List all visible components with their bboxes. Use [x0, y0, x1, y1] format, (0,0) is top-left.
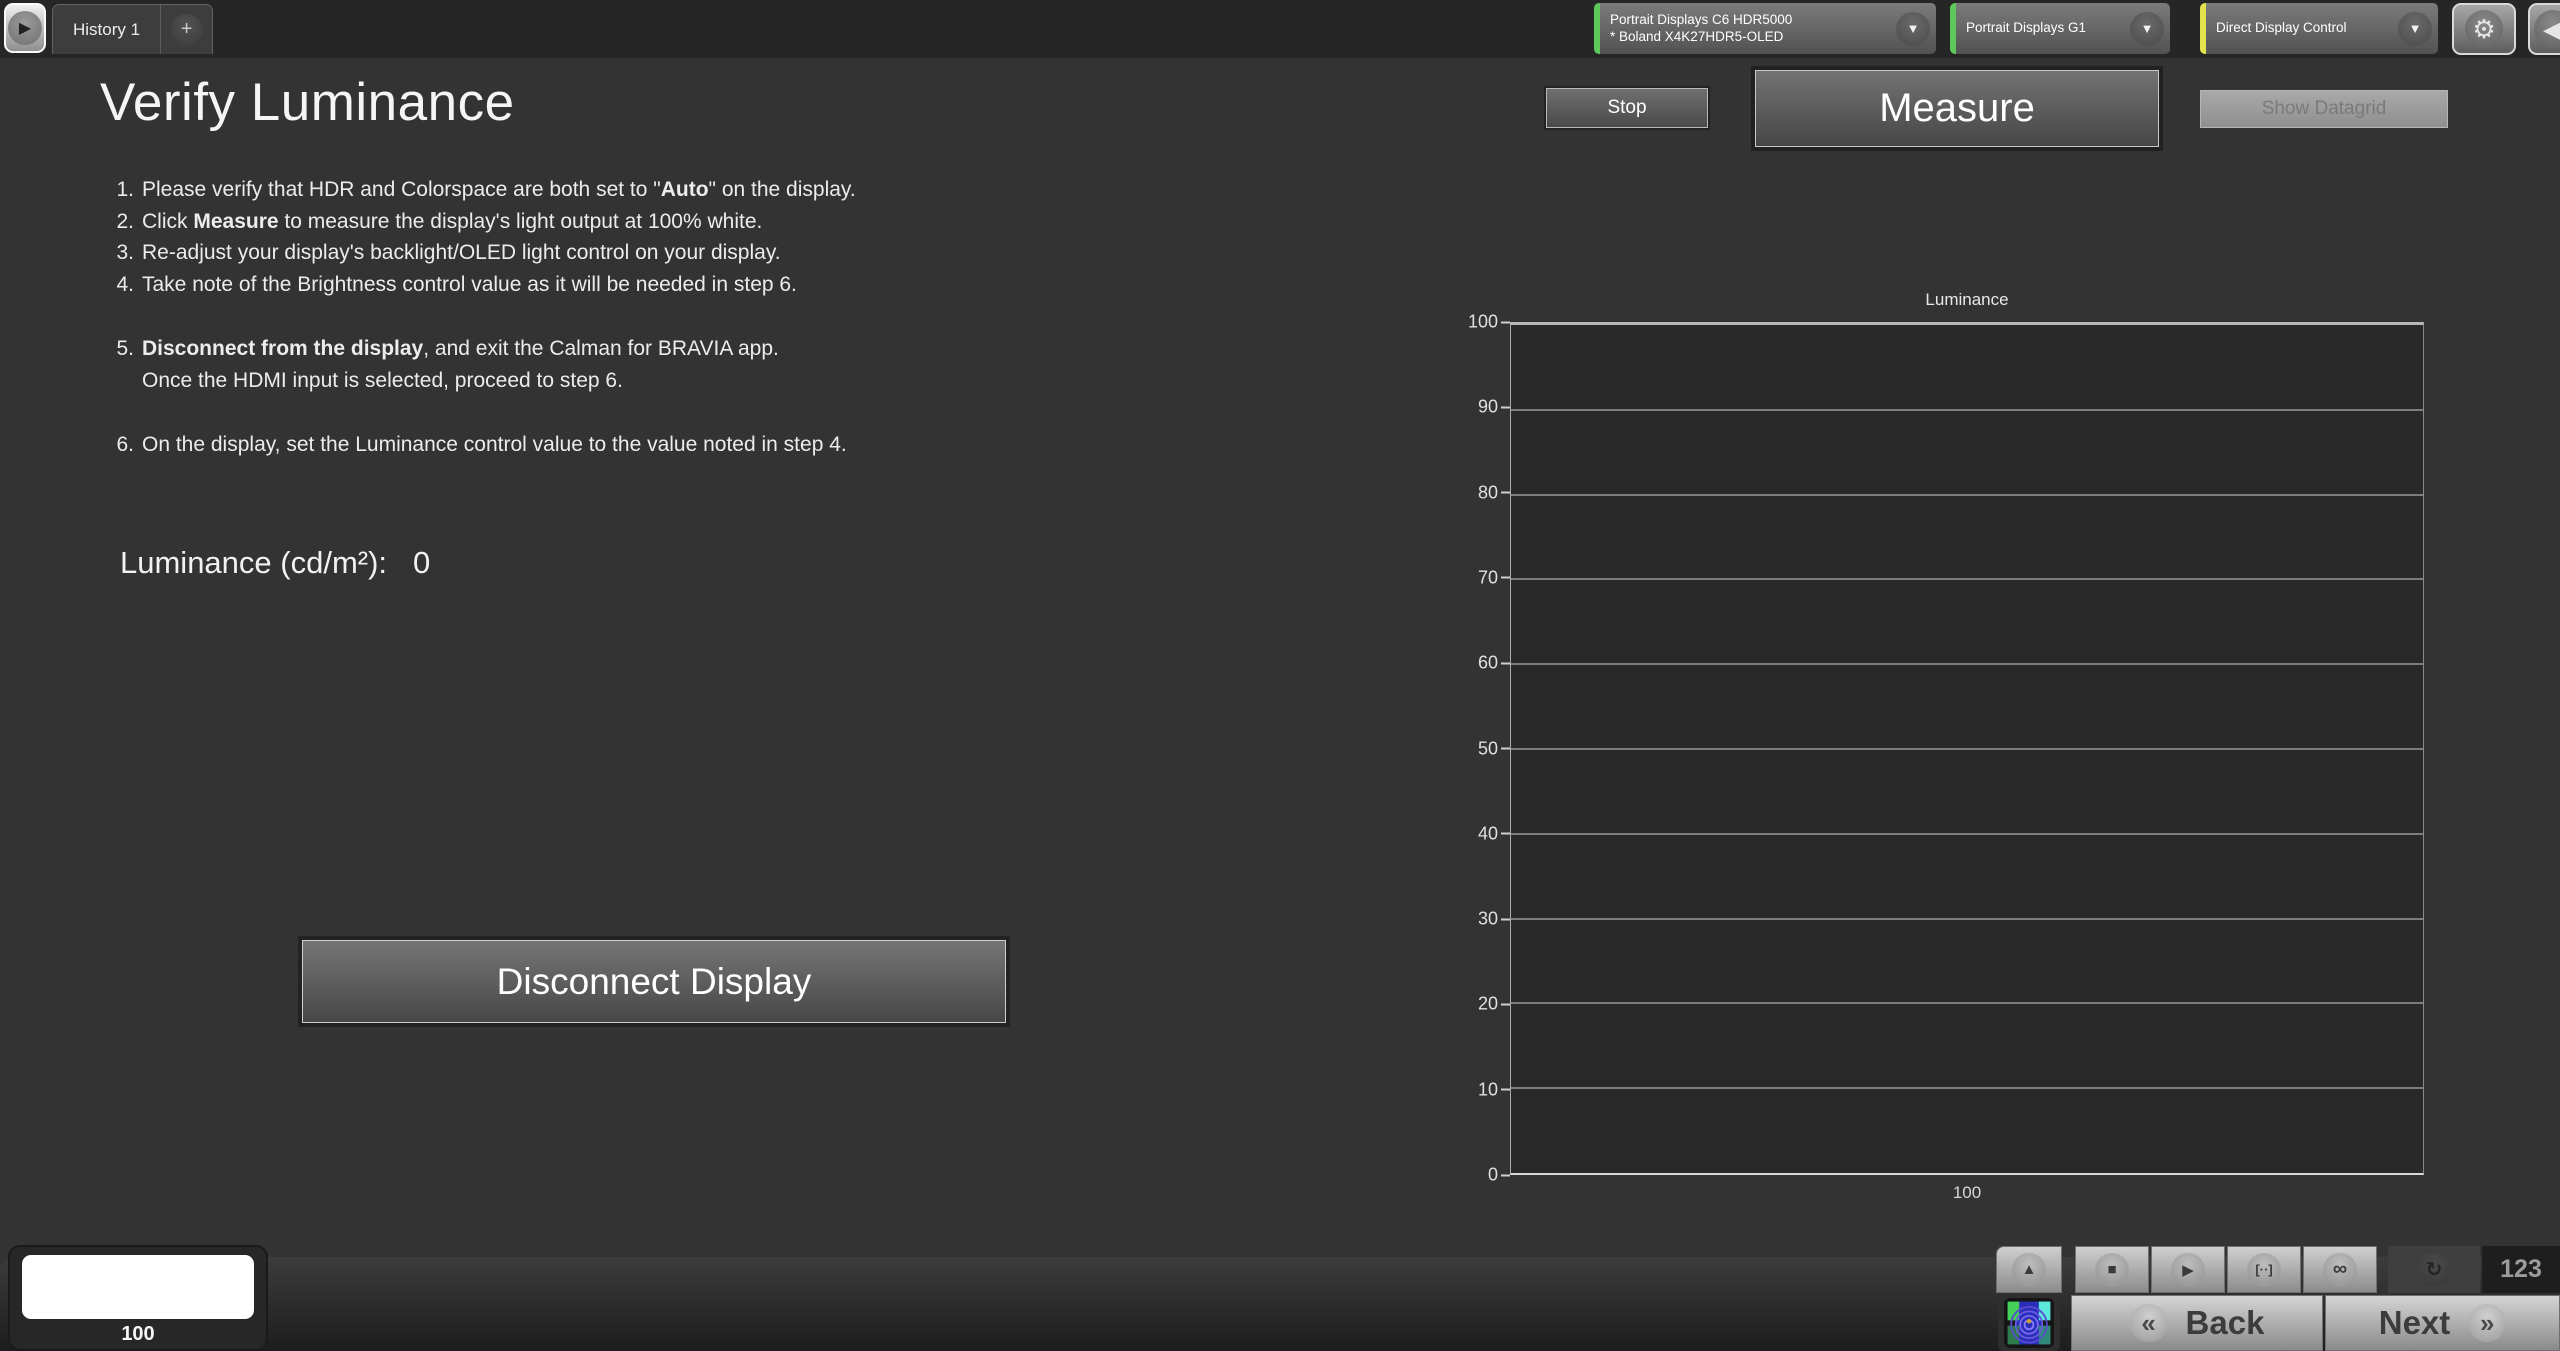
- next-button[interactable]: Next »: [2325, 1295, 2560, 1351]
- device-dropdown-source[interactable]: Portrait Displays G1 ▼: [1950, 3, 2170, 54]
- device-dropdown-display-control[interactable]: Direct Display Control ▼: [2200, 3, 2438, 54]
- chart-title: Luminance: [1510, 290, 2424, 310]
- chevron-down-icon: ▼: [2130, 12, 2164, 46]
- pattern-preview[interactable]: 100: [8, 1245, 268, 1351]
- instruction-line: 2.Click Measure to measure the display's…: [104, 206, 856, 238]
- chart-y-tick: 50: [1478, 738, 1510, 759]
- chart-gridline: [1511, 663, 2423, 665]
- back-button[interactable]: « Back: [2071, 1295, 2323, 1351]
- chart-gridline: [1511, 1087, 2423, 1089]
- chart-y-tick: 60: [1478, 653, 1510, 674]
- chart-y-axis: 1009080706050403020100: [1404, 322, 1510, 1175]
- back-chevron-icon: «: [2130, 1304, 2168, 1342]
- luminance-readout: Luminance (cd/m²): 0: [120, 545, 430, 581]
- dropdown-line1: Direct Display Control: [2216, 20, 2392, 37]
- instruction-line: 1.Please verify that HDR and Colorspace …: [104, 174, 856, 206]
- play-icon: ▶: [2171, 1253, 2205, 1287]
- chart-y-tick: 40: [1478, 823, 1510, 844]
- tab-history-1[interactable]: History 1: [53, 5, 160, 54]
- chevron-down-icon: ▼: [1896, 12, 1930, 46]
- chart-y-tick: 80: [1478, 482, 1510, 503]
- expand-panel-button[interactable]: ▲: [1996, 1246, 2062, 1293]
- pattern-preview-label: 100: [8, 1323, 268, 1346]
- instruction-line: Once the HDMI input is selected, proceed…: [104, 365, 856, 397]
- refresh-icon: ↻: [2417, 1253, 2451, 1287]
- tab-group: History 1 +: [52, 4, 213, 54]
- dropdown-labels: Direct Display Control: [2216, 20, 2392, 37]
- dropdown-labels: Portrait Displays C6 HDR5000 * Boland X4…: [1610, 12, 1890, 46]
- chevron-left-icon: ◀: [2534, 10, 2560, 48]
- chart-y-tick: 90: [1478, 397, 1510, 418]
- luminance-value: 0: [413, 545, 430, 581]
- stop-icon: ■: [2095, 1253, 2129, 1287]
- next-chevron-icon: »: [2468, 1304, 2506, 1342]
- dropdown-labels: Portrait Displays G1: [1966, 20, 2124, 37]
- chart-y-tick: 70: [1478, 567, 1510, 588]
- add-icon: +: [171, 14, 203, 46]
- top-bar: ▶ History 1 + Portrait Displays C6 HDR50…: [0, 0, 2560, 58]
- refresh-button[interactable]: ↻: [2388, 1246, 2480, 1293]
- chart-plot: [1510, 322, 2424, 1175]
- dropdown-line2: * Boland X4K27HDR5-OLED: [1610, 29, 1890, 46]
- show-datagrid-button[interactable]: Show Datagrid: [2200, 90, 2448, 128]
- instruction-line: 4.Take note of the Brightness control va…: [104, 269, 856, 301]
- measure-continuous-button[interactable]: ∞: [2303, 1246, 2377, 1293]
- add-tab-button[interactable]: +: [160, 5, 212, 54]
- device-dropdown-meter[interactable]: Portrait Displays C6 HDR5000 * Boland X4…: [1594, 3, 1936, 54]
- pattern-window-icon: [2004, 1298, 2054, 1348]
- chart-y-tick: 20: [1478, 994, 1510, 1015]
- instruction-line: 6.On the display, set the Luminance cont…: [104, 429, 856, 461]
- disconnect-display-button[interactable]: Disconnect Display: [302, 940, 1006, 1023]
- history-nav-button[interactable]: ▶: [4, 3, 46, 53]
- calman-app: ▶ History 1 + Portrait Displays C6 HDR50…: [0, 0, 2560, 1351]
- measure-stop-button[interactable]: ■: [2075, 1246, 2149, 1293]
- settings-button[interactable]: ⚙: [2452, 3, 2516, 55]
- chart-x-tick-label: 100: [1510, 1183, 2424, 1203]
- play-icon: ▶: [8, 11, 42, 45]
- chart-y-tick: 10: [1478, 1079, 1510, 1100]
- measure-single-button[interactable]: [··]: [2227, 1246, 2301, 1293]
- stop-button[interactable]: Stop: [1546, 88, 1708, 128]
- pattern-window-button[interactable]: [1998, 1294, 2060, 1351]
- instruction-line: 5.Disconnect from the display, and exit …: [104, 333, 856, 365]
- chevron-up-icon: ▲: [2012, 1253, 2046, 1287]
- chart-gridline: [1511, 1002, 2423, 1004]
- pattern-preview-swatch: [22, 1255, 254, 1319]
- chart-gridline: [1511, 494, 2423, 496]
- measure-play-button[interactable]: ▶: [2151, 1246, 2225, 1293]
- chart-gridline: [1511, 833, 2423, 835]
- chart-gridline: [1511, 578, 2423, 580]
- chart-gridline: [1511, 409, 2423, 411]
- chart-y-tick: 30: [1478, 909, 1510, 930]
- page-title: Verify Luminance: [100, 72, 515, 133]
- collapse-panel-button[interactable]: ◀: [2528, 3, 2560, 55]
- chart-gridline: [1511, 918, 2423, 920]
- gear-icon: ⚙: [2465, 10, 2503, 48]
- measure-counter[interactable]: 123: [2482, 1246, 2560, 1293]
- single-measure-icon: [··]: [2247, 1253, 2281, 1287]
- infinity-icon: ∞: [2323, 1253, 2357, 1287]
- chevron-down-icon: ▼: [2398, 12, 2432, 46]
- dropdown-line1: Portrait Displays G1: [1966, 20, 2124, 37]
- chart-y-tick: 0: [1488, 1165, 1510, 1186]
- chart-y-tick: 100: [1468, 312, 1510, 333]
- next-label: Next: [2379, 1304, 2451, 1342]
- dropdown-line1: Portrait Displays C6 HDR5000: [1610, 12, 1890, 29]
- instruction-line: 3.Re-adjust your display's backlight/OLE…: [104, 237, 856, 269]
- luminance-label: Luminance (cd/m²):: [120, 545, 387, 581]
- measure-button[interactable]: Measure: [1755, 70, 2159, 147]
- back-label: Back: [2186, 1304, 2265, 1342]
- instruction-list: 1.Please verify that HDR and Colorspace …: [104, 174, 856, 461]
- chart-gridline: [1511, 748, 2423, 750]
